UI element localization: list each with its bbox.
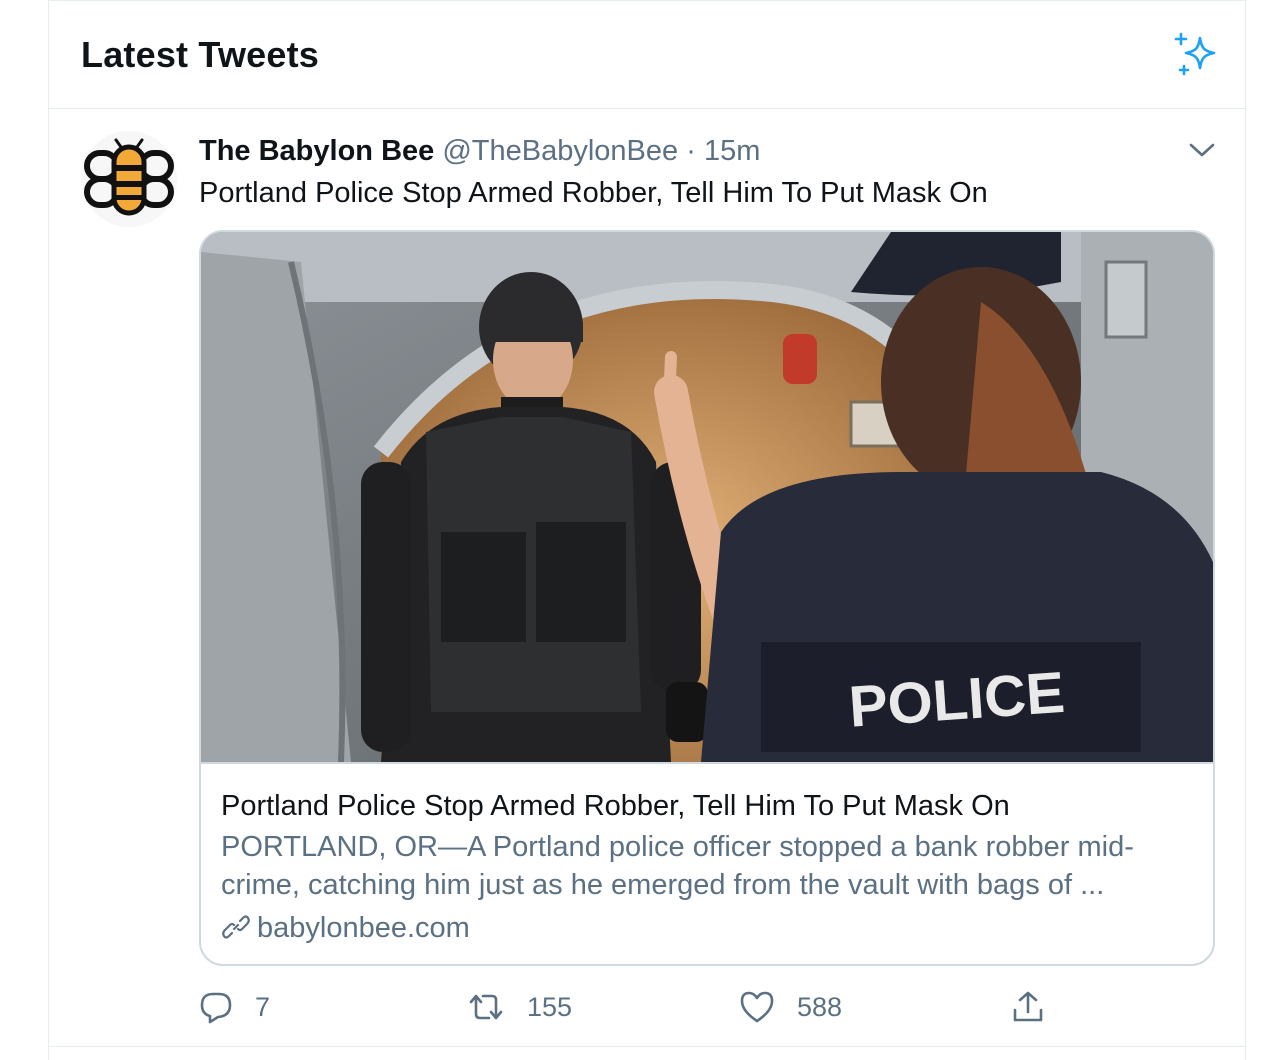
tweet-header: The Babylon Bee @TheBabylonBee · 15m (199, 131, 760, 171)
separator-dot: · (686, 135, 696, 167)
like-button[interactable]: 588 (739, 985, 842, 1029)
card-description: PORTLAND, OR—A Portland police officer s… (221, 831, 1134, 901)
page-title: Latest Tweets (81, 34, 320, 75)
user-handle[interactable]: @TheBabylonBee (442, 135, 678, 167)
card-domain-text: babylonbee.com (257, 912, 470, 944)
divider (49, 1046, 1245, 1047)
card-image[interactable]: POLICE (201, 232, 1213, 764)
retweet-icon (469, 994, 503, 1020)
share-icon (1013, 991, 1043, 1022)
link-icon (222, 915, 250, 939)
link-card[interactable]: POLICE Portland Police Stop Armed Robber… (199, 230, 1215, 966)
timeline-header: Latest Tweets (49, 0, 1245, 109)
reply-count: 7 (255, 991, 271, 1022)
card-title: Portland Police Stop Armed Robber, Tell … (221, 790, 1010, 822)
heart-icon (740, 991, 774, 1023)
timeline-column: Latest Tweets The Babylon Bee @TheBabylo… (48, 0, 1247, 1060)
display-name[interactable]: The Babylon Bee (199, 135, 434, 167)
tweet[interactable]: The Babylon Bee @TheBabylonBee · 15m Por… (49, 109, 1245, 1045)
sparkle-icon[interactable] (1171, 30, 1221, 80)
retweet-button[interactable]: 155 (467, 985, 572, 1029)
timestamp[interactable]: 15m (704, 135, 760, 167)
babylon-bee-logo-icon (81, 131, 177, 227)
like-count: 588 (797, 991, 843, 1022)
avatar[interactable] (81, 131, 177, 227)
card-domain: babylonbee.com (221, 908, 470, 948)
reply-icon (200, 992, 232, 1024)
share-button[interactable] (1011, 985, 1067, 1029)
tweet-actions: 7 155 588 (199, 985, 1215, 1029)
chevron-down-icon[interactable] (1185, 139, 1219, 163)
reply-button[interactable]: 7 (199, 985, 270, 1029)
tweet-text: Portland Police Stop Armed Robber, Tell … (199, 177, 988, 209)
retweet-count: 155 (527, 991, 573, 1022)
